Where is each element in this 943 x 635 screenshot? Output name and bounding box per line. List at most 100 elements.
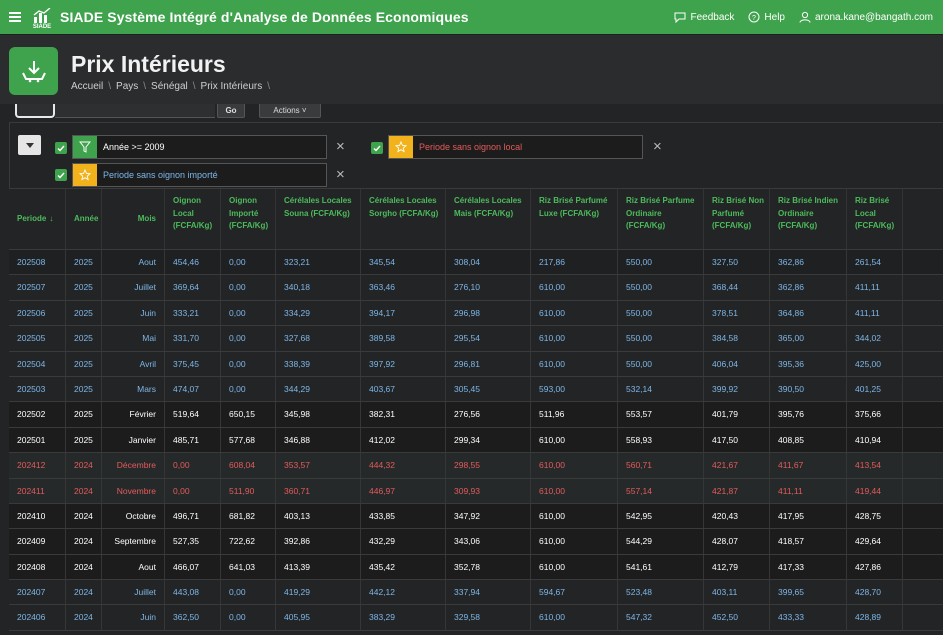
column-header[interactable]: Riz Brisé Parfume Ordinaire (FCFA/Kg) — [618, 189, 704, 249]
column-header[interactable]: Oignon Local (FCFA/Kg) — [165, 189, 221, 249]
table-row[interactable]: 202501 2025 Janvier 485,71 577,68 346,88 412,0… — [9, 427, 943, 454]
table-cell: 542,95 — [618, 503, 704, 529]
filter-checkbox-sans-oignon-importe[interactable] — [55, 169, 67, 181]
table-body: 202508 2025 Aout 454,46 0,00 323,21 345,54 308,… — [9, 250, 943, 631]
table-row[interactable]: 202410 2024 Octobre 496,71 681,82 403,13 433,8… — [9, 503, 943, 530]
table-cell: 202508 — [9, 250, 66, 275]
table-row[interactable]: 202504 2025 Avril 375,45 0,00 338,39 397,92 296… — [9, 351, 943, 377]
filter-annee[interactable]: Année >= 2009 — [72, 135, 327, 159]
filter-checkbox-sans-oignon-local[interactable] — [371, 142, 383, 154]
table-cell: 340,18 — [276, 275, 361, 300]
breadcrumb-item-senegal[interactable]: Sénégal — [151, 81, 188, 92]
table-cell: 0,00 — [221, 326, 276, 351]
menu-icon[interactable] — [0, 0, 30, 34]
table-row[interactable]: 202505 2025 Mai 331,70 0,00 327,68 389,58 295,5… — [9, 326, 943, 352]
table-row[interactable]: 202406 2024 Juin 362,50 0,00 405,95 383,29 329,… — [9, 605, 943, 631]
actions-button[interactable]: Actions ˅ — [259, 104, 321, 118]
table-cell: 427,86 — [847, 554, 903, 580]
table-cell: 474,07 — [165, 376, 221, 402]
column-header[interactable]: Riz Brisé Local (FCFA/Kg) — [847, 189, 903, 249]
table-cell: 544,29 — [618, 529, 704, 554]
siade-logo[interactable]: SIADE — [30, 3, 54, 31]
filter-checkbox-annee[interactable] — [55, 142, 67, 154]
table-cell: 375,66 — [847, 402, 903, 427]
funnel-icon — [73, 136, 97, 158]
help-link[interactable]: ? Help — [748, 11, 785, 23]
table-cell: 334,29 — [276, 300, 361, 326]
column-header[interactable]: Cérélales Locales Mais (FCFA/Kg) — [446, 189, 531, 249]
table-cell: 417,95 — [770, 503, 847, 529]
svg-text:?: ? — [752, 15, 756, 22]
remove-filter-annee-button[interactable]: × — [336, 139, 345, 154]
column-header[interactable]: Année — [66, 189, 102, 249]
table-cell: 0,00 — [221, 250, 276, 275]
table-cell: 345,98 — [276, 402, 361, 427]
help-icon: ? — [748, 11, 760, 23]
table-cell: 392,86 — [276, 529, 361, 554]
table-row[interactable]: 202408 2024 Aout 466,07 641,03 413,39 435,42 35… — [9, 554, 943, 581]
table-cell: 333,21 — [165, 300, 221, 326]
table-cell: 347,92 — [446, 503, 531, 529]
table-cell: 610,00 — [531, 605, 618, 630]
report-toolbar: Go Actions ˅ — [0, 104, 943, 122]
column-header[interactable]: Cérélales Locales Sorgho (FCFA/Kg) — [361, 189, 446, 249]
search-column-button[interactable] — [15, 104, 55, 118]
table-cell: 610,00 — [531, 275, 618, 300]
table-cell: 413,39 — [276, 554, 361, 580]
table-row[interactable]: 202411 2024 Novembre 0,00 511,90 360,71 446,97… — [9, 478, 943, 504]
table-cell: 202504 — [9, 351, 66, 376]
table-cell: 308,04 — [446, 250, 531, 275]
column-header[interactable]: Riz Brisé Indien Ordinaire (FCFA/Kg) — [770, 189, 847, 249]
user-menu[interactable]: arona.kane@bangath.com — [799, 11, 933, 23]
table-cell: 2024 — [66, 580, 102, 605]
table-cell: 408,85 — [770, 427, 847, 453]
column-header[interactable]: Periode ↓ — [9, 189, 66, 249]
search-input[interactable] — [55, 104, 215, 118]
table-cell: 395,76 — [770, 402, 847, 427]
column-header[interactable]: Cérélales Locales Souna (FCFA/Kg) — [276, 189, 361, 249]
breadcrumb-item-accueil[interactable]: Accueil — [71, 81, 103, 92]
breadcrumb-item-pays[interactable]: Pays — [116, 81, 138, 92]
table-row[interactable]: 202407 2024 Juillet 443,08 0,00 419,29 442,12 3… — [9, 580, 943, 606]
app-title[interactable]: SIADE Système Intégré d'Analyse de Donné… — [60, 9, 469, 25]
table-row[interactable]: 202503 2025 Mars 474,07 0,00 344,29 403,67 305,… — [9, 376, 943, 403]
table-cell: 0,00 — [221, 580, 276, 605]
remove-highlight-sans-oignon-local-button[interactable]: × — [653, 139, 662, 154]
table-cell: 0,00 — [165, 478, 221, 503]
table-row[interactable]: 202506 2025 Juin 333,21 0,00 334,29 394,17 296,… — [9, 300, 943, 327]
feedback-link[interactable]: Feedback — [674, 12, 734, 23]
collapse-filters-button[interactable] — [18, 135, 41, 155]
table-row[interactable]: 202508 2025 Aout 454,46 0,00 323,21 345,54 308,… — [9, 250, 943, 276]
table-row[interactable]: 202409 2024 Septembre 527,35 722,62 392,86 432… — [9, 529, 943, 555]
go-button[interactable]: Go — [217, 104, 245, 118]
table-cell: 382,31 — [361, 402, 446, 427]
table-row[interactable]: 202507 2025 Juillet 369,64 0,00 340,18 363,46 2… — [9, 275, 943, 301]
table-cell: 435,42 — [361, 554, 446, 580]
table-cell: 298,55 — [446, 453, 531, 478]
column-header[interactable]: Oignon Importé (FCFA/Kg) — [221, 189, 276, 249]
table-cell: 2025 — [66, 402, 102, 427]
remove-highlight-sans-oignon-importe-button[interactable]: × — [336, 167, 345, 182]
sort-descending-icon[interactable]: ↓ — [49, 213, 53, 226]
table-cell: 577,68 — [221, 427, 276, 453]
table-cell: 2024 — [66, 554, 102, 580]
highlight-sans-oignon-local[interactable]: Periode sans oignon local — [388, 135, 643, 159]
column-header[interactable]: Riz Brisé Parfumé Luxe (FCFA/Kg) — [531, 189, 618, 249]
table-cell: 419,29 — [276, 580, 361, 605]
table-cell: 454,46 — [165, 250, 221, 275]
table-cell: 413,54 — [847, 453, 903, 478]
table-cell: 202410 — [9, 503, 66, 529]
column-header-label: Cérélales Locales Mais (FCFA/Kg) — [454, 196, 522, 218]
table-cell: Avril — [102, 351, 165, 376]
column-header[interactable]: Riz Brisé Non Parfumé (FCFA/Kg) — [704, 189, 770, 249]
table-cell: 296,81 — [446, 351, 531, 376]
logo-text: SIADE — [32, 24, 52, 30]
table-cell: 2024 — [66, 453, 102, 478]
table-cell: 610,00 — [531, 453, 618, 478]
highlight-sans-oignon-importe[interactable]: Periode sans oignon importé — [72, 163, 327, 187]
table-row[interactable]: 202502 2025 Février 519,64 650,15 345,98 382,3… — [9, 402, 943, 428]
table-row[interactable]: 202412 2024 Décembre 0,00 608,04 353,57 444,32… — [9, 453, 943, 479]
table-cell: 550,00 — [618, 275, 704, 300]
column-header[interactable]: Mois — [102, 189, 165, 249]
table-cell: 527,35 — [165, 529, 221, 554]
